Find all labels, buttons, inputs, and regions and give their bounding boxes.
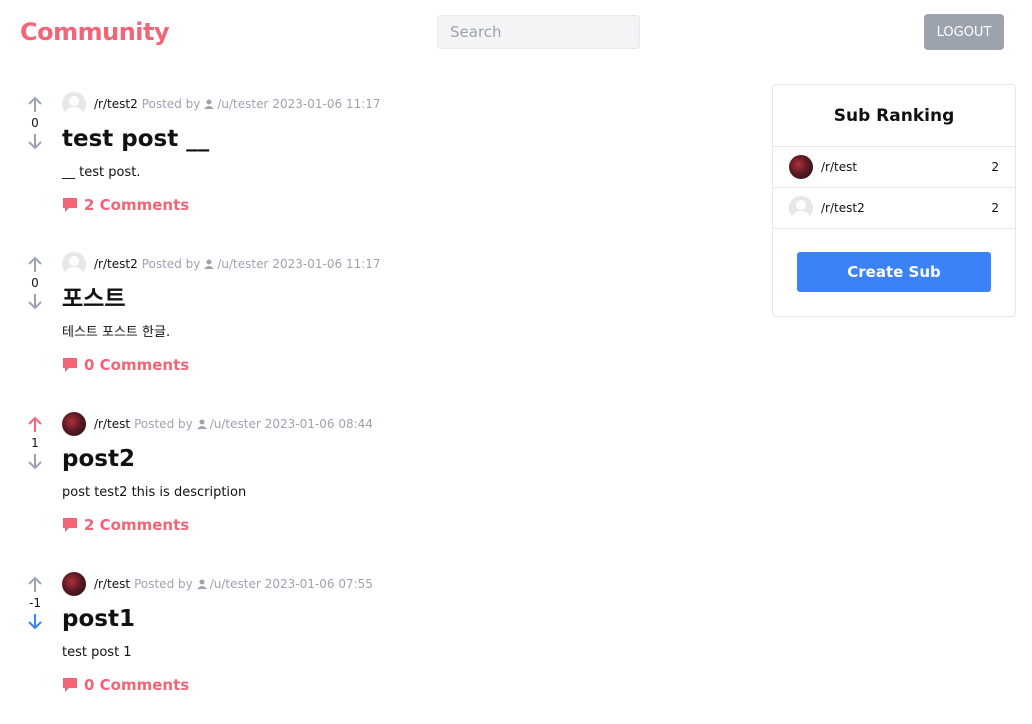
comment-icon bbox=[63, 518, 77, 532]
posted-by-label: Posted by bbox=[134, 417, 193, 431]
upvote-arrow-icon[interactable] bbox=[27, 416, 43, 434]
sub-avatar[interactable] bbox=[62, 412, 86, 436]
post-meta: /r/test2 Posted by /u/tester 2023-01-06 … bbox=[62, 252, 760, 276]
sub-avatar bbox=[789, 196, 813, 220]
vote-count: -1 bbox=[29, 596, 41, 610]
posted-by-label: Posted by bbox=[134, 577, 193, 591]
comment-icon bbox=[63, 198, 77, 212]
sub-link[interactable]: /r/test bbox=[94, 417, 130, 431]
post-description: test post 1 bbox=[62, 645, 132, 660]
sub-avatar[interactable] bbox=[62, 252, 86, 276]
downvote-arrow-icon[interactable] bbox=[27, 612, 43, 630]
post-meta: /r/test2 Posted by /u/tester 2023-01-06 … bbox=[62, 92, 760, 116]
comment-icon bbox=[63, 678, 77, 692]
post-description: 테스트 포스트 한글. bbox=[62, 325, 171, 340]
sub-avatar[interactable] bbox=[62, 572, 86, 596]
post-author[interactable]: /u/tester bbox=[210, 417, 261, 431]
sub-avatar bbox=[789, 155, 813, 179]
post-info: Posted by /u/tester 2023-01-06 11:17 bbox=[142, 97, 381, 111]
post-description: __ test post. bbox=[62, 165, 141, 180]
vote-count: 0 bbox=[31, 116, 39, 130]
post-title[interactable]: 포스트 bbox=[62, 284, 760, 314]
posted-by-label: Posted by bbox=[141, 257, 201, 271]
post-card: -1 /r/test Posted by /u/tester 2023-01-0… bbox=[0, 564, 760, 724]
user-icon bbox=[196, 419, 207, 429]
comments-count[interactable]: 2 Comments bbox=[84, 196, 189, 214]
vote-column: 1 bbox=[23, 416, 47, 470]
post-body: /r/test2 Posted by /u/tester 2023-01-06 … bbox=[62, 252, 760, 374]
vote-count: 0 bbox=[31, 276, 39, 290]
upvote-arrow-icon[interactable] bbox=[27, 96, 43, 114]
sub-ranking-title: Sub Ranking bbox=[773, 85, 1015, 147]
post-card: 0 /r/test2 Posted by /u/tester 2023-01-0… bbox=[0, 84, 760, 244]
comments-link[interactable]: 0 Comments bbox=[62, 676, 760, 694]
comments-count[interactable]: 2 Comments bbox=[84, 516, 189, 534]
sub-avatar[interactable] bbox=[62, 92, 86, 116]
posted-by-label: Posted by bbox=[141, 97, 201, 111]
post-description: post test2 this is description bbox=[62, 485, 247, 500]
downvote-arrow-icon[interactable] bbox=[27, 452, 43, 470]
upvote-arrow-icon[interactable] bbox=[27, 576, 43, 594]
upvote-arrow-icon[interactable] bbox=[27, 256, 43, 274]
user-icon bbox=[204, 259, 215, 269]
post-info: Posted by /u/tester 2023-01-06 07:55 bbox=[134, 577, 373, 591]
comments-count[interactable]: 0 Comments bbox=[84, 676, 189, 694]
ranking-count: 2 bbox=[991, 160, 999, 174]
post-title[interactable]: post1 bbox=[62, 604, 760, 634]
post-time: 2023-01-06 08:44 bbox=[264, 417, 373, 431]
post-meta: /r/test Posted by /u/tester 2023-01-06 0… bbox=[62, 572, 760, 596]
navbar: Community LOGOUT bbox=[0, 0, 1032, 66]
ranking-count: 2 bbox=[991, 201, 999, 215]
brand-logo[interactable]: Community bbox=[20, 18, 170, 46]
post-info: Posted by /u/tester 2023-01-06 11:17 bbox=[142, 257, 381, 271]
post-time: 2023-01-06 07:55 bbox=[264, 577, 373, 591]
create-sub-button[interactable]: Create Sub bbox=[797, 252, 991, 292]
post-title[interactable]: post2 bbox=[62, 444, 760, 474]
comment-icon bbox=[63, 358, 77, 372]
sub-link[interactable]: /r/test bbox=[94, 577, 130, 591]
post-title[interactable]: test post __ bbox=[62, 124, 760, 154]
ranking-row[interactable]: /r/test2 2 bbox=[773, 188, 1015, 229]
post-body: /r/test Posted by /u/tester 2023-01-06 0… bbox=[62, 412, 760, 534]
post-body: /r/test Posted by /u/tester 2023-01-06 0… bbox=[62, 572, 760, 694]
comments-link[interactable]: 0 Comments bbox=[62, 356, 760, 374]
post-time: 2023-01-06 11:17 bbox=[272, 97, 381, 111]
sub-link[interactable]: /r/test2 bbox=[94, 97, 138, 111]
post-info: Posted by /u/tester 2023-01-06 08:44 bbox=[134, 417, 373, 431]
downvote-arrow-icon[interactable] bbox=[27, 132, 43, 150]
search-input[interactable] bbox=[437, 15, 640, 49]
downvote-arrow-icon[interactable] bbox=[27, 292, 43, 310]
post-time: 2023-01-06 11:17 bbox=[272, 257, 381, 271]
post-feed: 0 /r/test2 Posted by /u/tester 2023-01-0… bbox=[0, 84, 760, 724]
post-card: 0 /r/test2 Posted by /u/tester 2023-01-0… bbox=[0, 244, 760, 404]
sub-ranking-panel: Sub Ranking /r/test 2 /r/test2 2 Create … bbox=[772, 84, 1016, 317]
post-meta: /r/test Posted by /u/tester 2023-01-06 0… bbox=[62, 412, 760, 436]
post-body: /r/test2 Posted by /u/tester 2023-01-06 … bbox=[62, 92, 760, 214]
sub-link[interactable]: /r/test2 bbox=[94, 257, 138, 271]
ranking-sub-name[interactable]: /r/test2 bbox=[821, 201, 991, 215]
user-icon bbox=[196, 579, 207, 589]
post-author[interactable]: /u/tester bbox=[217, 97, 268, 111]
vote-column: -1 bbox=[23, 576, 47, 630]
post-author[interactable]: /u/tester bbox=[210, 577, 261, 591]
comments-count[interactable]: 0 Comments bbox=[84, 356, 189, 374]
vote-column: 0 bbox=[23, 256, 47, 310]
ranking-row[interactable]: /r/test 2 bbox=[773, 147, 1015, 188]
post-author[interactable]: /u/tester bbox=[217, 257, 268, 271]
logout-button[interactable]: LOGOUT bbox=[924, 14, 1004, 50]
vote-column: 0 bbox=[23, 96, 47, 150]
comments-link[interactable]: 2 Comments bbox=[62, 516, 760, 534]
post-card: 1 /r/test Posted by /u/tester 2023-01-06… bbox=[0, 404, 760, 564]
user-icon bbox=[204, 99, 215, 109]
vote-count: 1 bbox=[31, 436, 39, 450]
ranking-sub-name[interactable]: /r/test bbox=[821, 160, 991, 174]
comments-link[interactable]: 2 Comments bbox=[62, 196, 760, 214]
